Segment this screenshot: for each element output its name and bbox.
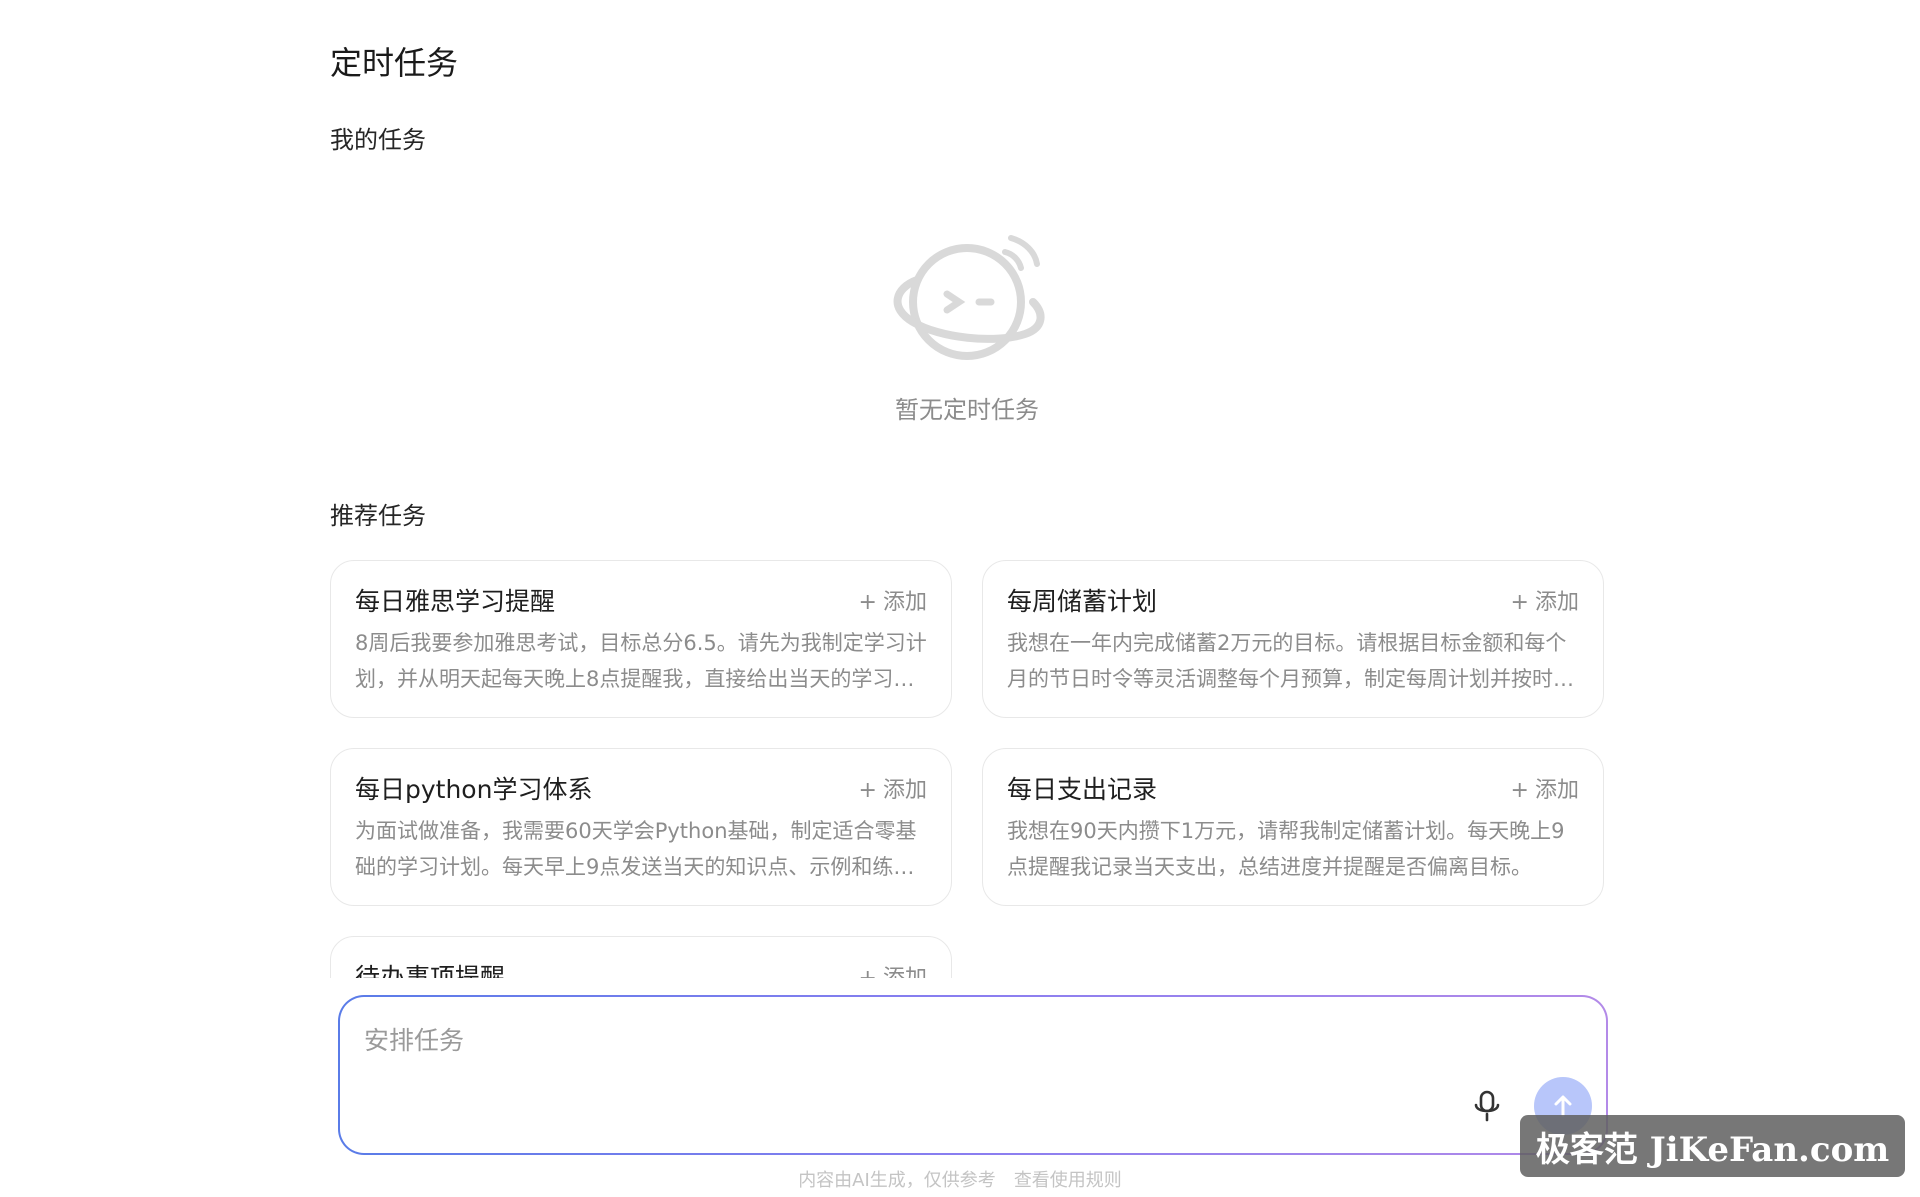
task-card-todo-reminder[interactable]: 待办事项提醒 + 添加	[330, 936, 952, 978]
task-card-description: 我想在90天内攒下1万元，请帮我制定储蓄计划。每天晚上9点提醒我记录当天支出，总…	[1007, 819, 1565, 879]
add-task-button[interactable]: + 添加	[859, 960, 927, 978]
add-task-button[interactable]: +添加	[859, 772, 927, 804]
task-card-daily-expense[interactable]: 每日支出记录 + 添加 我想在90天内攒下1万元，请帮我制定储蓄计划。每天晚上9点…	[982, 748, 1604, 906]
watermark-logo: 极客范 JiKeFan.com	[1520, 1115, 1905, 1177]
my-tasks-heading: 我的任务	[330, 126, 426, 154]
add-task-button[interactable]: +添加	[1511, 772, 1579, 804]
add-label: 添加	[882, 778, 927, 803]
task-card-title: 每日python学习体系	[355, 775, 593, 804]
task-card-title: 每日雅思学习提醒	[355, 587, 556, 616]
task-card-title: 每日支出记录	[1007, 775, 1158, 804]
add-label: 添加	[1534, 778, 1579, 803]
task-card-ielts[interactable]: 每日雅思学习提醒 + 添加 8周后我要参加雅思考试，目标总分6.5。请先为我制定学…	[330, 560, 952, 718]
task-card-description: 8周后我要参加雅思考试，目标总分6.5。请先为我制定学习计划，并从明天起每天晚上…	[355, 631, 927, 691]
recommended-list[interactable]: 每日雅思学习提醒 + 添加 8周后我要参加雅思考试，目标总分6.5。请先为我制定学…	[330, 560, 1604, 978]
plus-icon: +	[1510, 778, 1529, 803]
empty-state: 暂无定时任务	[330, 222, 1604, 425]
task-card-description: 我想在一年内完成储蓄2万元的目标。请根据目标金额和每个月的节日时令等灵活调整每个…	[1007, 631, 1574, 691]
task-card-description: 为面试做准备，我需要60天学会Python基础，制定适合零基础的学习计划。每天早…	[355, 819, 917, 879]
task-card-title: 每周储蓄计划	[1007, 587, 1158, 616]
task-input[interactable]	[362, 1019, 1466, 1061]
task-card-title: 待办事项提醒	[355, 963, 506, 978]
empty-state-text: 暂无定时任务	[895, 396, 1039, 424]
recommended-heading: 推荐任务	[330, 502, 426, 530]
task-card-weekly-savings[interactable]: 每周储蓄计划 + 添加 我想在一年内完成储蓄2万元的目标。请根据目标金额和每个月的…	[982, 560, 1604, 718]
page-title: 定时任务	[330, 44, 459, 82]
watermark-text: 极客范 JiKeFan.com	[1535, 1129, 1890, 1170]
plus-icon: +	[858, 590, 877, 615]
add-task-button[interactable]: +添加	[1511, 584, 1579, 616]
plus-icon: +	[858, 778, 877, 803]
add-label: 添加	[882, 590, 927, 615]
add-task-button[interactable]: +添加	[859, 584, 927, 616]
plus-icon: +	[1510, 590, 1529, 615]
task-card-python[interactable]: 每日python学习体系 + 添加 为面试做准备，我需要60天学会Python基础…	[330, 748, 952, 906]
task-composer	[338, 995, 1608, 1155]
add-label: 添加	[1534, 590, 1579, 615]
ai-disclaimer: 内容由AI生成，仅供参考	[798, 1170, 996, 1191]
add-label: 添加	[883, 966, 927, 978]
microphone-icon[interactable]	[1470, 1089, 1504, 1123]
usage-rules-link[interactable]: 查看使用规则	[1014, 1170, 1122, 1191]
plus-icon: +	[859, 966, 877, 978]
scheduled-tasks-page: 定时任务 我的任务 暂无定时任务 推荐任务 每日雅思学习提醒 + 添加 8周后我…	[0, 0, 1920, 1197]
planet-face-icon	[893, 235, 1045, 360]
